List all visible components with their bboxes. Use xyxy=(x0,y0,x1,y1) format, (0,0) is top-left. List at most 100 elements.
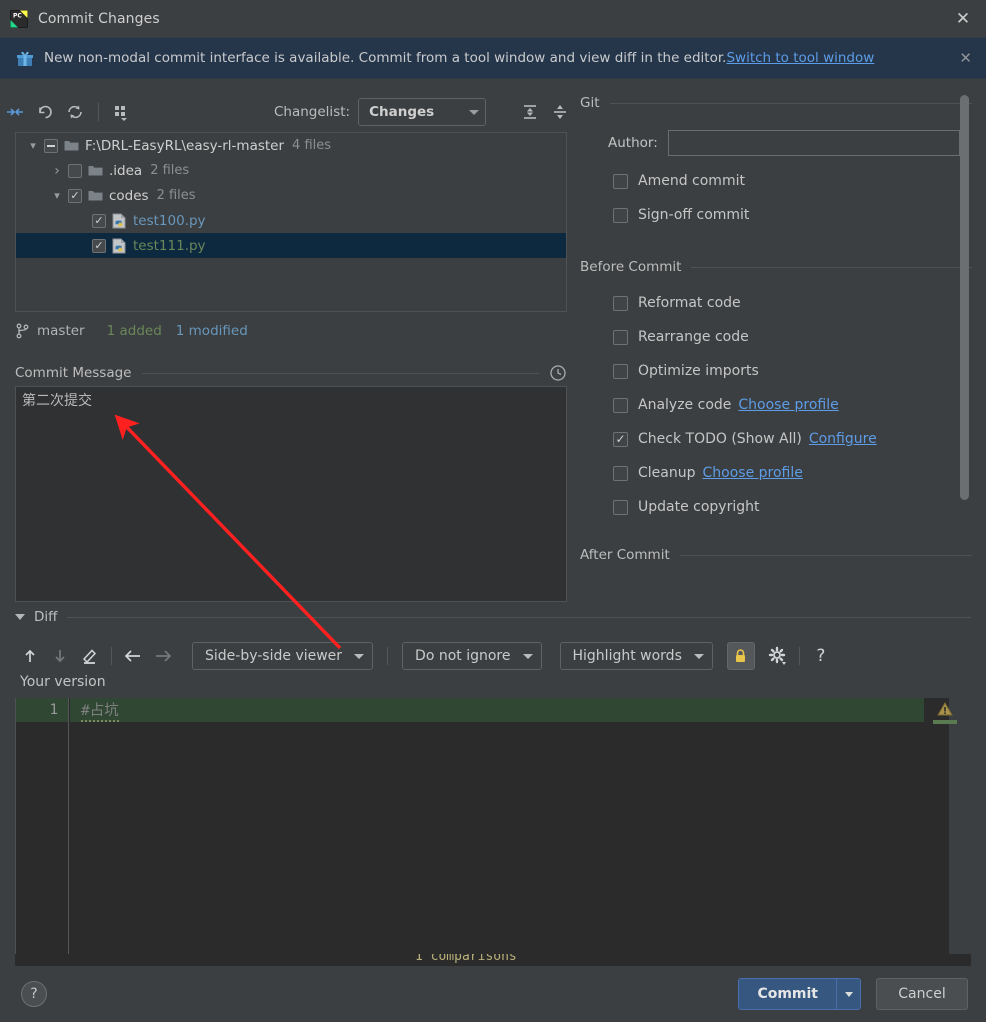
chevron-down-icon[interactable]: ▾ xyxy=(46,189,68,202)
option-checkbox[interactable] xyxy=(613,431,628,447)
tree-row-checkbox[interactable] xyxy=(68,188,82,203)
branch-icon xyxy=(15,323,29,339)
tree-row[interactable]: test111.py xyxy=(16,233,566,258)
cancel-button[interactable]: Cancel xyxy=(876,978,968,1010)
commit-option-row[interactable]: Analyze code Choose profile xyxy=(613,388,986,422)
author-input[interactable] xyxy=(667,130,960,156)
divider xyxy=(691,266,972,268)
notification-close-button[interactable]: ✕ xyxy=(959,49,972,67)
diff-section-header[interactable]: Diff xyxy=(15,606,971,628)
rollback-icon[interactable] xyxy=(30,99,60,125)
branch-status-row: master 1 added 1 modified xyxy=(15,318,248,344)
changed-files-tree[interactable]: ▾ F:\DRL-EasyRL\easy-rl-master 4 files › .id… xyxy=(15,132,567,312)
option-label: Optimize imports xyxy=(638,363,759,379)
option-label: Rearrange code xyxy=(638,329,749,345)
switch-to-tool-window-link[interactable]: Switch to tool window xyxy=(726,50,874,66)
accept-left-icon[interactable] xyxy=(118,642,148,670)
option-checkbox[interactable] xyxy=(613,173,628,189)
option-checkbox[interactable] xyxy=(613,207,628,223)
next-difference-icon[interactable] xyxy=(45,642,75,670)
before-commit-options: Reformat code Rearrange code Optimize impo… xyxy=(575,286,986,524)
help-button[interactable]: ? xyxy=(21,981,47,1007)
help-icon[interactable]: ? xyxy=(806,642,836,670)
commit-options-dropdown[interactable] xyxy=(836,979,860,1009)
commit-option-row[interactable]: Amend commit xyxy=(613,164,986,198)
tree-row[interactable]: test100.py xyxy=(16,208,566,233)
diff-editor[interactable]: 1 #占坑 xyxy=(15,698,971,954)
tree-row-label: F:\DRL-EasyRL\easy-rl-master xyxy=(85,137,285,154)
divider xyxy=(679,554,972,556)
option-checkbox[interactable] xyxy=(613,465,628,481)
changelist-label: Changelist: xyxy=(274,104,350,120)
commit-option-row[interactable]: Rearrange code xyxy=(613,320,986,354)
accept-right-icon[interactable] xyxy=(148,642,178,670)
commit-option-row[interactable]: Reformat code xyxy=(613,286,986,320)
folder-icon xyxy=(88,189,103,202)
tree-row[interactable]: ▾ F:\DRL-EasyRL\easy-rl-master 4 files xyxy=(16,133,566,158)
chevron-down-icon[interactable]: ▾ xyxy=(22,139,44,152)
line-number: 1 xyxy=(16,698,68,722)
viewer-mode-value: Side-by-side viewer xyxy=(205,648,343,664)
tree-row-checkbox[interactable] xyxy=(92,213,106,228)
collapse-all-icon[interactable] xyxy=(545,99,575,125)
warning-icon xyxy=(937,702,953,716)
commit-button[interactable]: Commit xyxy=(739,979,836,1009)
gear-icon[interactable] xyxy=(763,642,793,670)
expand-all-icon[interactable] xyxy=(515,99,545,125)
tree-row-checkbox[interactable] xyxy=(92,238,106,253)
option-link[interactable]: Configure xyxy=(809,431,877,447)
commit-option-row[interactable]: Optimize imports xyxy=(613,354,986,388)
editor-marker-gutter[interactable] xyxy=(933,698,971,954)
chevron-right-icon[interactable]: › xyxy=(46,163,68,179)
lock-icon[interactable] xyxy=(726,642,755,670)
commit-option-row[interactable]: Update copyright xyxy=(613,490,986,524)
commit-option-row[interactable]: Check TODO (Show All) Configure xyxy=(613,422,986,456)
code-line-1[interactable]: #占坑 xyxy=(70,698,924,722)
commit-message-label: Commit Message xyxy=(15,365,132,381)
refresh-icon[interactable] xyxy=(60,99,90,125)
option-checkbox[interactable] xyxy=(613,295,628,311)
whitespace-mode-dropdown[interactable]: Do not ignore xyxy=(402,642,542,670)
viewer-mode-dropdown[interactable]: Side-by-side viewer xyxy=(192,642,374,670)
diff-title: Diff xyxy=(34,609,58,625)
tree-row[interactable]: ▾ codes 2 files xyxy=(16,183,566,208)
group-by-icon[interactable] xyxy=(107,99,137,125)
tree-row-checkbox[interactable] xyxy=(68,163,82,178)
option-link[interactable]: Choose profile xyxy=(738,397,838,413)
highlight-mode-dropdown[interactable]: Highlight words xyxy=(559,642,713,670)
chevron-down-icon xyxy=(469,109,480,115)
notification-banner: New non-modal commit interface is availa… xyxy=(0,37,986,79)
commit-option-row[interactable]: Cleanup Choose profile xyxy=(613,456,986,490)
section-title: After Commit xyxy=(580,547,670,563)
previous-difference-icon[interactable] xyxy=(15,642,45,670)
window-title: Commit Changes xyxy=(38,10,160,27)
highlight-mode-value: Highlight words xyxy=(572,648,682,664)
window-close-button[interactable]: ✕ xyxy=(940,0,986,37)
option-checkbox[interactable] xyxy=(613,397,628,413)
python-file-icon xyxy=(112,238,127,254)
option-checkbox[interactable] xyxy=(613,329,628,345)
chevron-down-icon[interactable] xyxy=(15,614,25,620)
tree-row-count: 2 files xyxy=(156,188,196,203)
commit-message-input[interactable]: 第二次提交 xyxy=(15,386,567,602)
diff-toolbar: Side-by-side viewer Do not ignore Highli… xyxy=(15,636,971,676)
option-checkbox[interactable] xyxy=(613,499,628,515)
commit-option-row[interactable]: Sign-off commit xyxy=(613,198,986,232)
option-checkbox[interactable] xyxy=(613,363,628,379)
git-options: Amend commit Sign-off commit xyxy=(575,164,986,232)
tree-row-label: test100.py xyxy=(133,212,206,229)
folder-icon xyxy=(88,164,103,177)
divider xyxy=(141,372,539,374)
edit-source-icon[interactable] xyxy=(75,642,105,670)
chevron-down-icon xyxy=(844,991,853,997)
tree-row[interactable]: › .idea 2 files xyxy=(16,158,566,183)
options-scrollbar[interactable] xyxy=(960,95,969,500)
option-label: Check TODO (Show All) xyxy=(638,431,802,447)
gift-icon xyxy=(16,49,34,67)
option-link[interactable]: Choose profile xyxy=(703,465,803,481)
clock-icon[interactable] xyxy=(549,364,567,382)
changelist-dropdown[interactable]: Changes xyxy=(358,98,487,126)
changelist-label-text: Changelist: xyxy=(274,104,351,120)
tree-row-checkbox[interactable] xyxy=(44,138,58,153)
show-diff-icon[interactable] xyxy=(0,99,30,125)
